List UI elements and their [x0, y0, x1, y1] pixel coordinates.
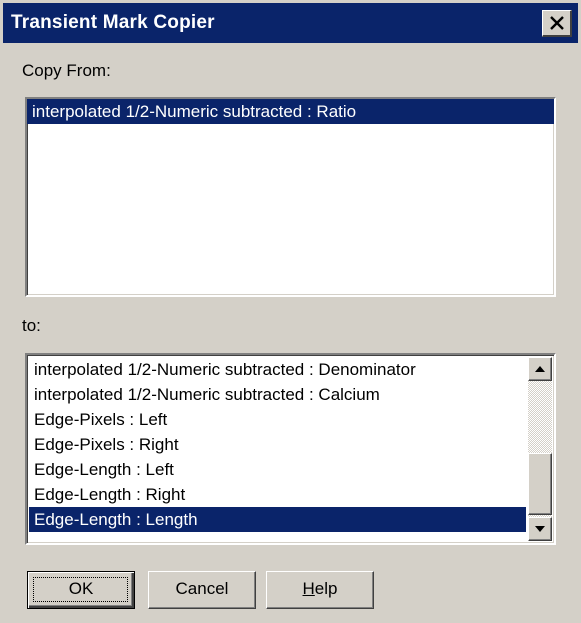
help-label: Help: [303, 579, 338, 598]
copy-to-listbox[interactable]: interpolated 1/2-Numeric subtracted : De…: [25, 353, 556, 545]
help-mnemonic: H: [302, 579, 315, 598]
list-item[interactable]: Edge-Length : Right: [29, 482, 526, 507]
cancel-button[interactable]: Cancel: [148, 571, 256, 609]
list-item-selected[interactable]: Edge-Length : Length: [29, 507, 526, 532]
copy-to-items: interpolated 1/2-Numeric subtracted : De…: [29, 357, 526, 532]
copy-from-label: Copy From:: [22, 61, 111, 80]
arrow-down-icon: [535, 526, 545, 532]
close-icon: [550, 16, 564, 30]
scroll-up-button[interactable]: [528, 357, 552, 381]
transient-mark-copier-dialog: Transient Mark Copier Copy From: interpo…: [0, 0, 581, 623]
copy-from-listbox[interactable]: interpolated 1/2-Numeric subtracted : Ra…: [25, 97, 556, 297]
scroll-thumb[interactable]: [528, 453, 552, 515]
ok-button[interactable]: OK: [27, 571, 135, 609]
scroll-down-button[interactable]: [528, 517, 552, 541]
window-title: Transient Mark Copier: [11, 12, 215, 33]
copy-from-item-ratio[interactable]: interpolated 1/2-Numeric subtracted : Ra…: [27, 99, 554, 124]
ok-label: OK: [68, 579, 94, 598]
close-button[interactable]: [542, 10, 572, 37]
cancel-label: Cancel: [175, 579, 229, 598]
to-label: to:: [22, 316, 41, 335]
list-item[interactable]: Edge-Pixels : Left: [29, 407, 526, 432]
list-item[interactable]: interpolated 1/2-Numeric subtracted : Ca…: [29, 382, 526, 407]
help-label-rest: elp: [314, 579, 338, 598]
list-item[interactable]: Edge-Pixels : Right: [29, 432, 526, 457]
vertical-scrollbar[interactable]: [528, 357, 552, 541]
title-bar[interactable]: Transient Mark Copier: [3, 3, 578, 43]
help-button[interactable]: Help: [266, 571, 374, 609]
arrow-up-icon: [535, 366, 545, 372]
list-item[interactable]: Edge-Length : Left: [29, 457, 526, 482]
list-item[interactable]: interpolated 1/2-Numeric subtracted : De…: [29, 357, 526, 382]
